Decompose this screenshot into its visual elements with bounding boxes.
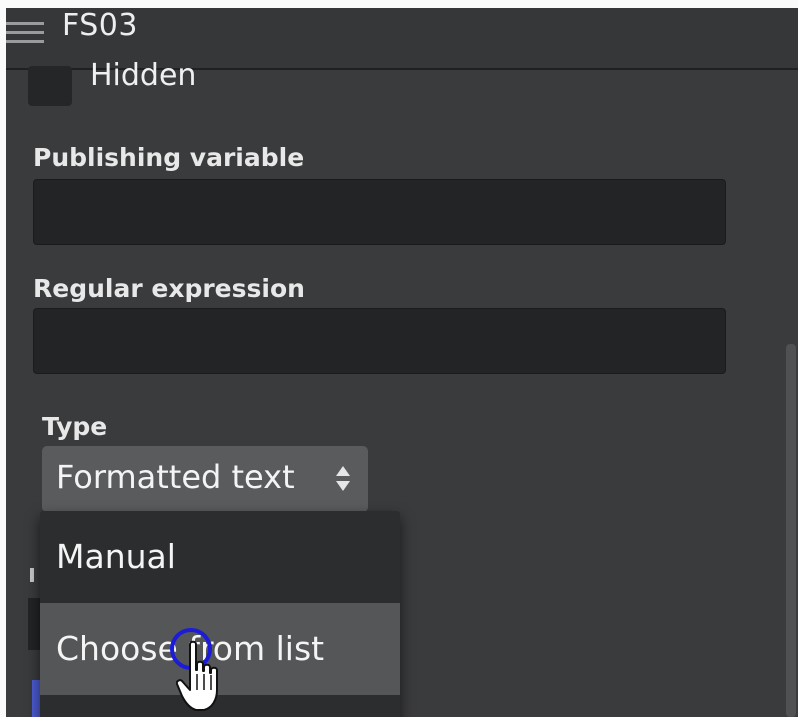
select-updown-arrows-icon bbox=[336, 466, 350, 494]
type-label: Type bbox=[42, 412, 108, 441]
regular-expression-label: Regular expression bbox=[33, 274, 305, 303]
app-window: FS03 Hidden Publishing variable Regular … bbox=[6, 8, 798, 717]
topbar-overlay bbox=[6, 8, 798, 70]
dropdown-option-manual[interactable]: Manual bbox=[40, 511, 400, 603]
partial-accent-fragment bbox=[32, 680, 40, 717]
hidden-checkbox[interactable] bbox=[28, 66, 72, 106]
partial-label-fragment bbox=[30, 568, 34, 582]
hand-pointer-cursor-icon bbox=[176, 640, 218, 711]
regular-expression-input[interactable] bbox=[33, 308, 726, 374]
type-select[interactable]: Formatted text bbox=[42, 446, 368, 512]
publishing-variable-label: Publishing variable bbox=[33, 143, 305, 172]
publishing-variable-input[interactable] bbox=[33, 179, 726, 245]
scrollbar[interactable] bbox=[786, 344, 796, 717]
type-select-value: Formatted text bbox=[56, 458, 295, 496]
